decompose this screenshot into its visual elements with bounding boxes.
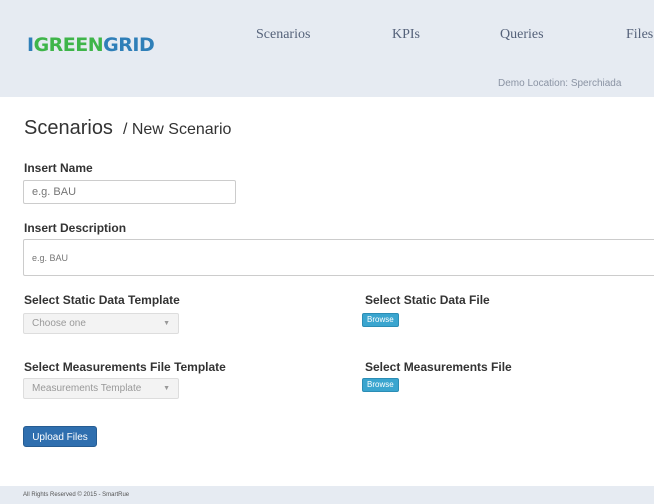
chevron-down-icon: ▼ <box>163 320 170 327</box>
static-file-label: Select Static Data File <box>365 293 490 307</box>
logo-word-green: GREEN <box>33 34 104 56</box>
description-label: Insert Description <box>24 221 127 235</box>
name-input[interactable] <box>23 180 236 204</box>
measurements-file-label: Select Measurements File <box>365 360 512 374</box>
nav-item-queries[interactable]: Queries <box>500 27 544 43</box>
footer: All Rights Reserved © 2015 - SmartRue <box>0 486 654 504</box>
measurements-template-label: Select Measurements File Template <box>24 360 226 374</box>
page-title: Scenarios / New Scenario <box>24 117 231 140</box>
logo-letter-i: I <box>27 34 34 56</box>
footer-copyright: All Rights Reserved © 2015 - SmartRue <box>23 492 130 498</box>
logo-word-grid: GRID <box>103 34 155 56</box>
name-label: Insert Name <box>24 161 93 175</box>
igreengrid-logo[interactable]: IGREENGRID <box>27 33 155 57</box>
upload-files-button[interactable]: Upload Files <box>23 426 97 447</box>
static-template-label: Select Static Data Template <box>24 293 180 307</box>
nav-item-kpis[interactable]: KPIs <box>392 27 420 43</box>
page-title-text: Scenarios <box>24 117 113 139</box>
description-input[interactable] <box>23 239 654 276</box>
breadcrumb: / New Scenario <box>122 121 232 138</box>
static-file-browse-button[interactable]: Browse <box>362 313 399 327</box>
demo-location-label: Demo Location: Sperchiada <box>498 78 622 89</box>
top-navbar: IGREENGRID Scenarios KPIs Queries Files … <box>0 0 654 97</box>
nav-item-files[interactable]: Files <box>626 27 653 43</box>
chevron-down-icon: ▼ <box>163 385 170 392</box>
measurements-file-browse-button[interactable]: Browse <box>362 378 399 392</box>
static-template-value: Choose one <box>32 318 86 329</box>
measurements-template-value: Measurements Template <box>32 383 142 394</box>
measurements-template-select[interactable]: Measurements Template ▼ <box>23 378 179 399</box>
static-template-select[interactable]: Choose one ▼ <box>23 313 179 334</box>
nav-item-scenarios[interactable]: Scenarios <box>256 27 310 43</box>
